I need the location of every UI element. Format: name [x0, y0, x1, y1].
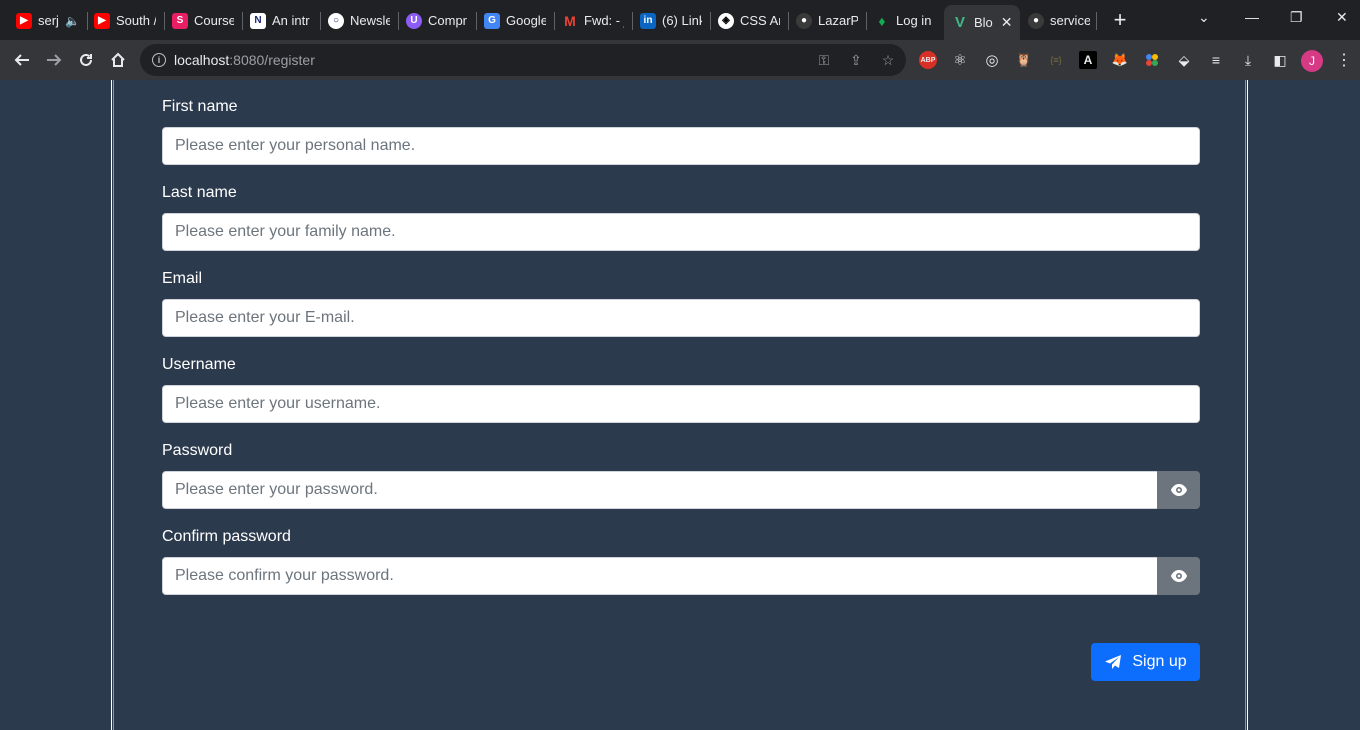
- tab-github-2[interactable]: ● service: [1028, 8, 1090, 33]
- tab-youtube-1[interactable]: ▶ serj 🔈: [16, 8, 86, 33]
- browser-tab-strip: ▶ serj 🔈 ▶ South / S Course N An intr ○ …: [0, 0, 1360, 40]
- tab-separator: [87, 12, 88, 30]
- restore-button[interactable]: ❐: [1290, 9, 1303, 26]
- eye-icon: [1170, 570, 1187, 582]
- tab-separator: [866, 12, 867, 30]
- tab-intro[interactable]: N An intr: [250, 8, 312, 33]
- bracket-icon[interactable]: {≡}: [1047, 51, 1065, 69]
- tab-youtube-2[interactable]: ▶ South /: [94, 8, 156, 33]
- forward-button[interactable]: [42, 48, 66, 72]
- n-logo-icon: N: [250, 12, 266, 29]
- tab-google-translate[interactable]: G Google: [484, 8, 546, 33]
- tab-separator: [398, 12, 399, 30]
- tab-newsletter[interactable]: ○ Newsle: [328, 8, 390, 33]
- tab-compr[interactable]: U Compr: [406, 8, 468, 33]
- email-input[interactable]: [162, 299, 1200, 337]
- react-icon[interactable]: ⚛: [951, 51, 969, 69]
- gmail-icon: M: [564, 12, 576, 29]
- tab-separator: [164, 12, 165, 30]
- share-icon[interactable]: ⇪: [848, 52, 864, 68]
- tab-separator: [554, 12, 555, 30]
- bookmark-star-icon[interactable]: ☆: [880, 52, 896, 68]
- email-label: Email: [162, 270, 203, 287]
- home-button[interactable]: [106, 48, 130, 72]
- back-arrow-icon: [14, 54, 29, 66]
- last-name-label: Last name: [162, 184, 237, 201]
- github-icon: ●: [796, 12, 812, 29]
- paper-plane-icon: [1105, 655, 1122, 669]
- mongodb-leaf-icon: ♦: [878, 12, 886, 29]
- sidebar-icon[interactable]: ◧: [1271, 51, 1289, 69]
- tab-course[interactable]: S Course: [172, 8, 234, 33]
- tab-separator: [710, 12, 711, 30]
- youtube-icon: ▶: [94, 12, 110, 29]
- back-button[interactable]: [10, 48, 34, 72]
- first-name-input[interactable]: [162, 127, 1200, 165]
- tab-separator: [320, 12, 321, 30]
- angular-icon[interactable]: A: [1079, 51, 1097, 69]
- forward-arrow-icon: [47, 54, 62, 66]
- username-input[interactable]: [162, 385, 1200, 423]
- tab-search-chevron-icon[interactable]: ⌄: [1198, 9, 1210, 26]
- show-confirm-password-button[interactable]: [1157, 557, 1200, 595]
- username-label: Username: [162, 356, 236, 373]
- tab-separator: [242, 12, 243, 30]
- speaker-icon[interactable]: 🔈: [65, 14, 80, 28]
- codepen-icon: ◈: [718, 12, 734, 29]
- tab-separator: [1096, 12, 1097, 30]
- password-input[interactable]: [162, 471, 1158, 509]
- profile-avatar[interactable]: J: [1301, 50, 1323, 72]
- reload-icon: [80, 53, 92, 66]
- tab-github-1[interactable]: ● LazarP: [796, 8, 858, 33]
- show-password-button[interactable]: [1157, 471, 1200, 509]
- puzzle-icon[interactable]: ⬙: [1175, 51, 1193, 69]
- linkedin-icon: in: [640, 12, 656, 29]
- site-info-icon[interactable]: i: [152, 53, 166, 67]
- first-name-label: First name: [162, 98, 238, 115]
- tab-separator: [632, 12, 633, 30]
- reload-button[interactable]: [74, 48, 98, 72]
- metamask-icon[interactable]: 🦊: [1111, 51, 1129, 69]
- new-tab-button[interactable]: +: [1108, 8, 1132, 32]
- newsletter-icon: ○: [328, 12, 344, 29]
- confirm-password-label: Confirm password: [162, 528, 291, 545]
- browser-toolbar: i localhost:8080/register ⚿ ⇪ ☆ ABP ⚛ ◎ …: [0, 40, 1360, 80]
- owl-icon[interactable]: 🦉: [1015, 51, 1033, 69]
- sign-up-label: Sign up: [1132, 653, 1187, 670]
- target-icon[interactable]: ◎: [983, 51, 1001, 69]
- home-icon: [111, 52, 125, 67]
- tab-gmail[interactable]: M Fwd: - j: [562, 8, 624, 33]
- sign-up-button[interactable]: Sign up: [1091, 643, 1200, 681]
- github-icon: ●: [1028, 12, 1044, 29]
- abp-icon[interactable]: ABP: [919, 51, 937, 69]
- minimize-button[interactable]: —: [1245, 9, 1259, 25]
- password-label: Password: [162, 442, 233, 459]
- eye-icon: [1170, 484, 1187, 496]
- tab-mongodb-login[interactable]: ♦ Log in: [874, 8, 936, 33]
- tab-linkedin[interactable]: in (6) Link: [640, 8, 702, 33]
- tab-separator: [788, 12, 789, 30]
- dots-icon[interactable]: [1143, 51, 1161, 69]
- google-translate-icon: G: [484, 12, 500, 29]
- tab-separator: [476, 12, 477, 30]
- confirm-password-input[interactable]: [162, 557, 1158, 595]
- vue-icon: V: [954, 14, 965, 31]
- u-logo-icon: U: [406, 12, 422, 29]
- youtube-icon: ▶: [16, 12, 32, 29]
- browser-menu-icon[interactable]: ⋮: [1335, 51, 1353, 69]
- close-tab-icon[interactable]: ✕: [1001, 14, 1013, 31]
- key-icon[interactable]: ⚿: [816, 52, 832, 68]
- close-window-button[interactable]: ✕: [1336, 9, 1348, 26]
- last-name-input[interactable]: [162, 213, 1200, 251]
- address-bar[interactable]: i localhost:8080/register ⚿ ⇪ ☆: [140, 44, 906, 76]
- course-icon: S: [172, 12, 188, 29]
- media-icon[interactable]: ≡: [1207, 51, 1225, 69]
- dots-graphic: [1146, 54, 1158, 66]
- tab-codepen[interactable]: ◈ CSS An: [718, 8, 780, 33]
- tab-vue-active[interactable]: V Blo ✕: [944, 5, 1020, 40]
- download-icon[interactable]: ⤓: [1239, 51, 1257, 69]
- url-text[interactable]: localhost:8080/register: [174, 52, 315, 68]
